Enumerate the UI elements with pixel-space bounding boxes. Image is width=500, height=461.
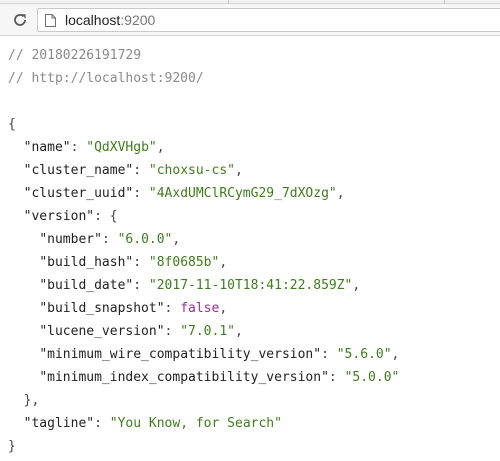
- json-value-min-index: "5.0.0": [344, 370, 400, 385]
- json-value-number: "6.0.0": [117, 232, 173, 247]
- json-key-build-hash: "build_hash": [39, 255, 134, 270]
- json-value-cluster-name: "choxsu-cs": [148, 163, 235, 178]
- json-key-build-date: "build_date": [39, 278, 134, 293]
- json-key-number: "number": [39, 232, 102, 247]
- reload-icon: [14, 14, 26, 26]
- reload-button[interactable]: [9, 9, 31, 31]
- json-version-close-brace: },: [23, 393, 40, 408]
- json-key-cluster-name: "cluster_name": [23, 163, 134, 178]
- timestamp-comment: // 20180226191729: [8, 48, 142, 63]
- json-line-build-snapshot: "build_snapshot": false,: [39, 301, 228, 316]
- json-value-build-hash: "8f0685b": [148, 255, 220, 270]
- json-value-build-snapshot: false: [180, 301, 220, 316]
- address-bar[interactable]: localhost:9200: [37, 8, 500, 32]
- json-line-number: "number": "6.0.0",: [39, 232, 181, 247]
- json-value-lucene-version: "7.0.1": [180, 324, 235, 339]
- json-line-min-index: "minimum_index_compatibility_version": "…: [39, 370, 400, 385]
- json-key-cluster-uuid: "cluster_uuid": [23, 186, 134, 201]
- json-close-brace: }: [8, 439, 16, 454]
- json-line-cluster-name: "cluster_name": "choxsu-cs",: [23, 163, 243, 178]
- json-value-cluster-uuid: "4AxdUMClRCymG29_7dXOzg": [148, 186, 337, 201]
- browser-toolbar: localhost:9200: [0, 4, 500, 36]
- json-line-version: "version": {: [23, 209, 118, 224]
- json-value-build-date: "2017-11-10T18:41:22.859Z": [148, 278, 353, 293]
- json-key-name: "name": [23, 140, 71, 155]
- json-viewer: // 20180226191729 // http://localhost:92…: [8, 44, 496, 458]
- json-value-name: "QdXVHgb": [86, 140, 157, 155]
- json-line-cluster-uuid: "cluster_uuid": "4AxdUMClRCymG29_7dXOzg"…: [23, 186, 345, 201]
- json-key-min-index: "minimum_index_compatibility_version": [39, 370, 329, 385]
- json-line-version-close: },: [8, 389, 496, 412]
- json-line-min-wire: "minimum_wire_compatibility_version": "5…: [39, 347, 400, 362]
- json-line-lucene-version: "lucene_version": "7.0.1",: [39, 324, 243, 339]
- json-value-min-wire: "5.6.0": [336, 347, 392, 362]
- url-text[interactable]: localhost:9200: [65, 12, 155, 28]
- url-host: localhost: [65, 12, 121, 28]
- json-line-name: "name": "QdXVHgb",: [23, 140, 165, 155]
- json-open-brace: {: [8, 117, 16, 132]
- json-key-version: "version": [23, 209, 95, 224]
- json-key-tagline: "tagline": [23, 416, 95, 431]
- json-line-build-date: "build_date": "2017-11-10T18:41:22.859Z"…: [39, 278, 361, 293]
- source-url-comment: // http://localhost:9200/: [8, 71, 204, 86]
- json-key-lucene-version: "lucene_version": [39, 324, 165, 339]
- url-port: :9200: [120, 12, 156, 28]
- json-key-min-wire: "minimum_wire_compatibility_version": [39, 347, 322, 362]
- page-icon: [45, 14, 56, 27]
- json-value-tagline: "You Know, for Search": [109, 416, 282, 431]
- json-line-tagline: "tagline": "You Know, for Search": [23, 416, 282, 431]
- json-line-build-hash: "build_hash": "8f0685b",: [39, 255, 228, 270]
- json-key-build-snapshot: "build_snapshot": [39, 301, 165, 316]
- json-version-open-brace: {: [109, 209, 118, 224]
